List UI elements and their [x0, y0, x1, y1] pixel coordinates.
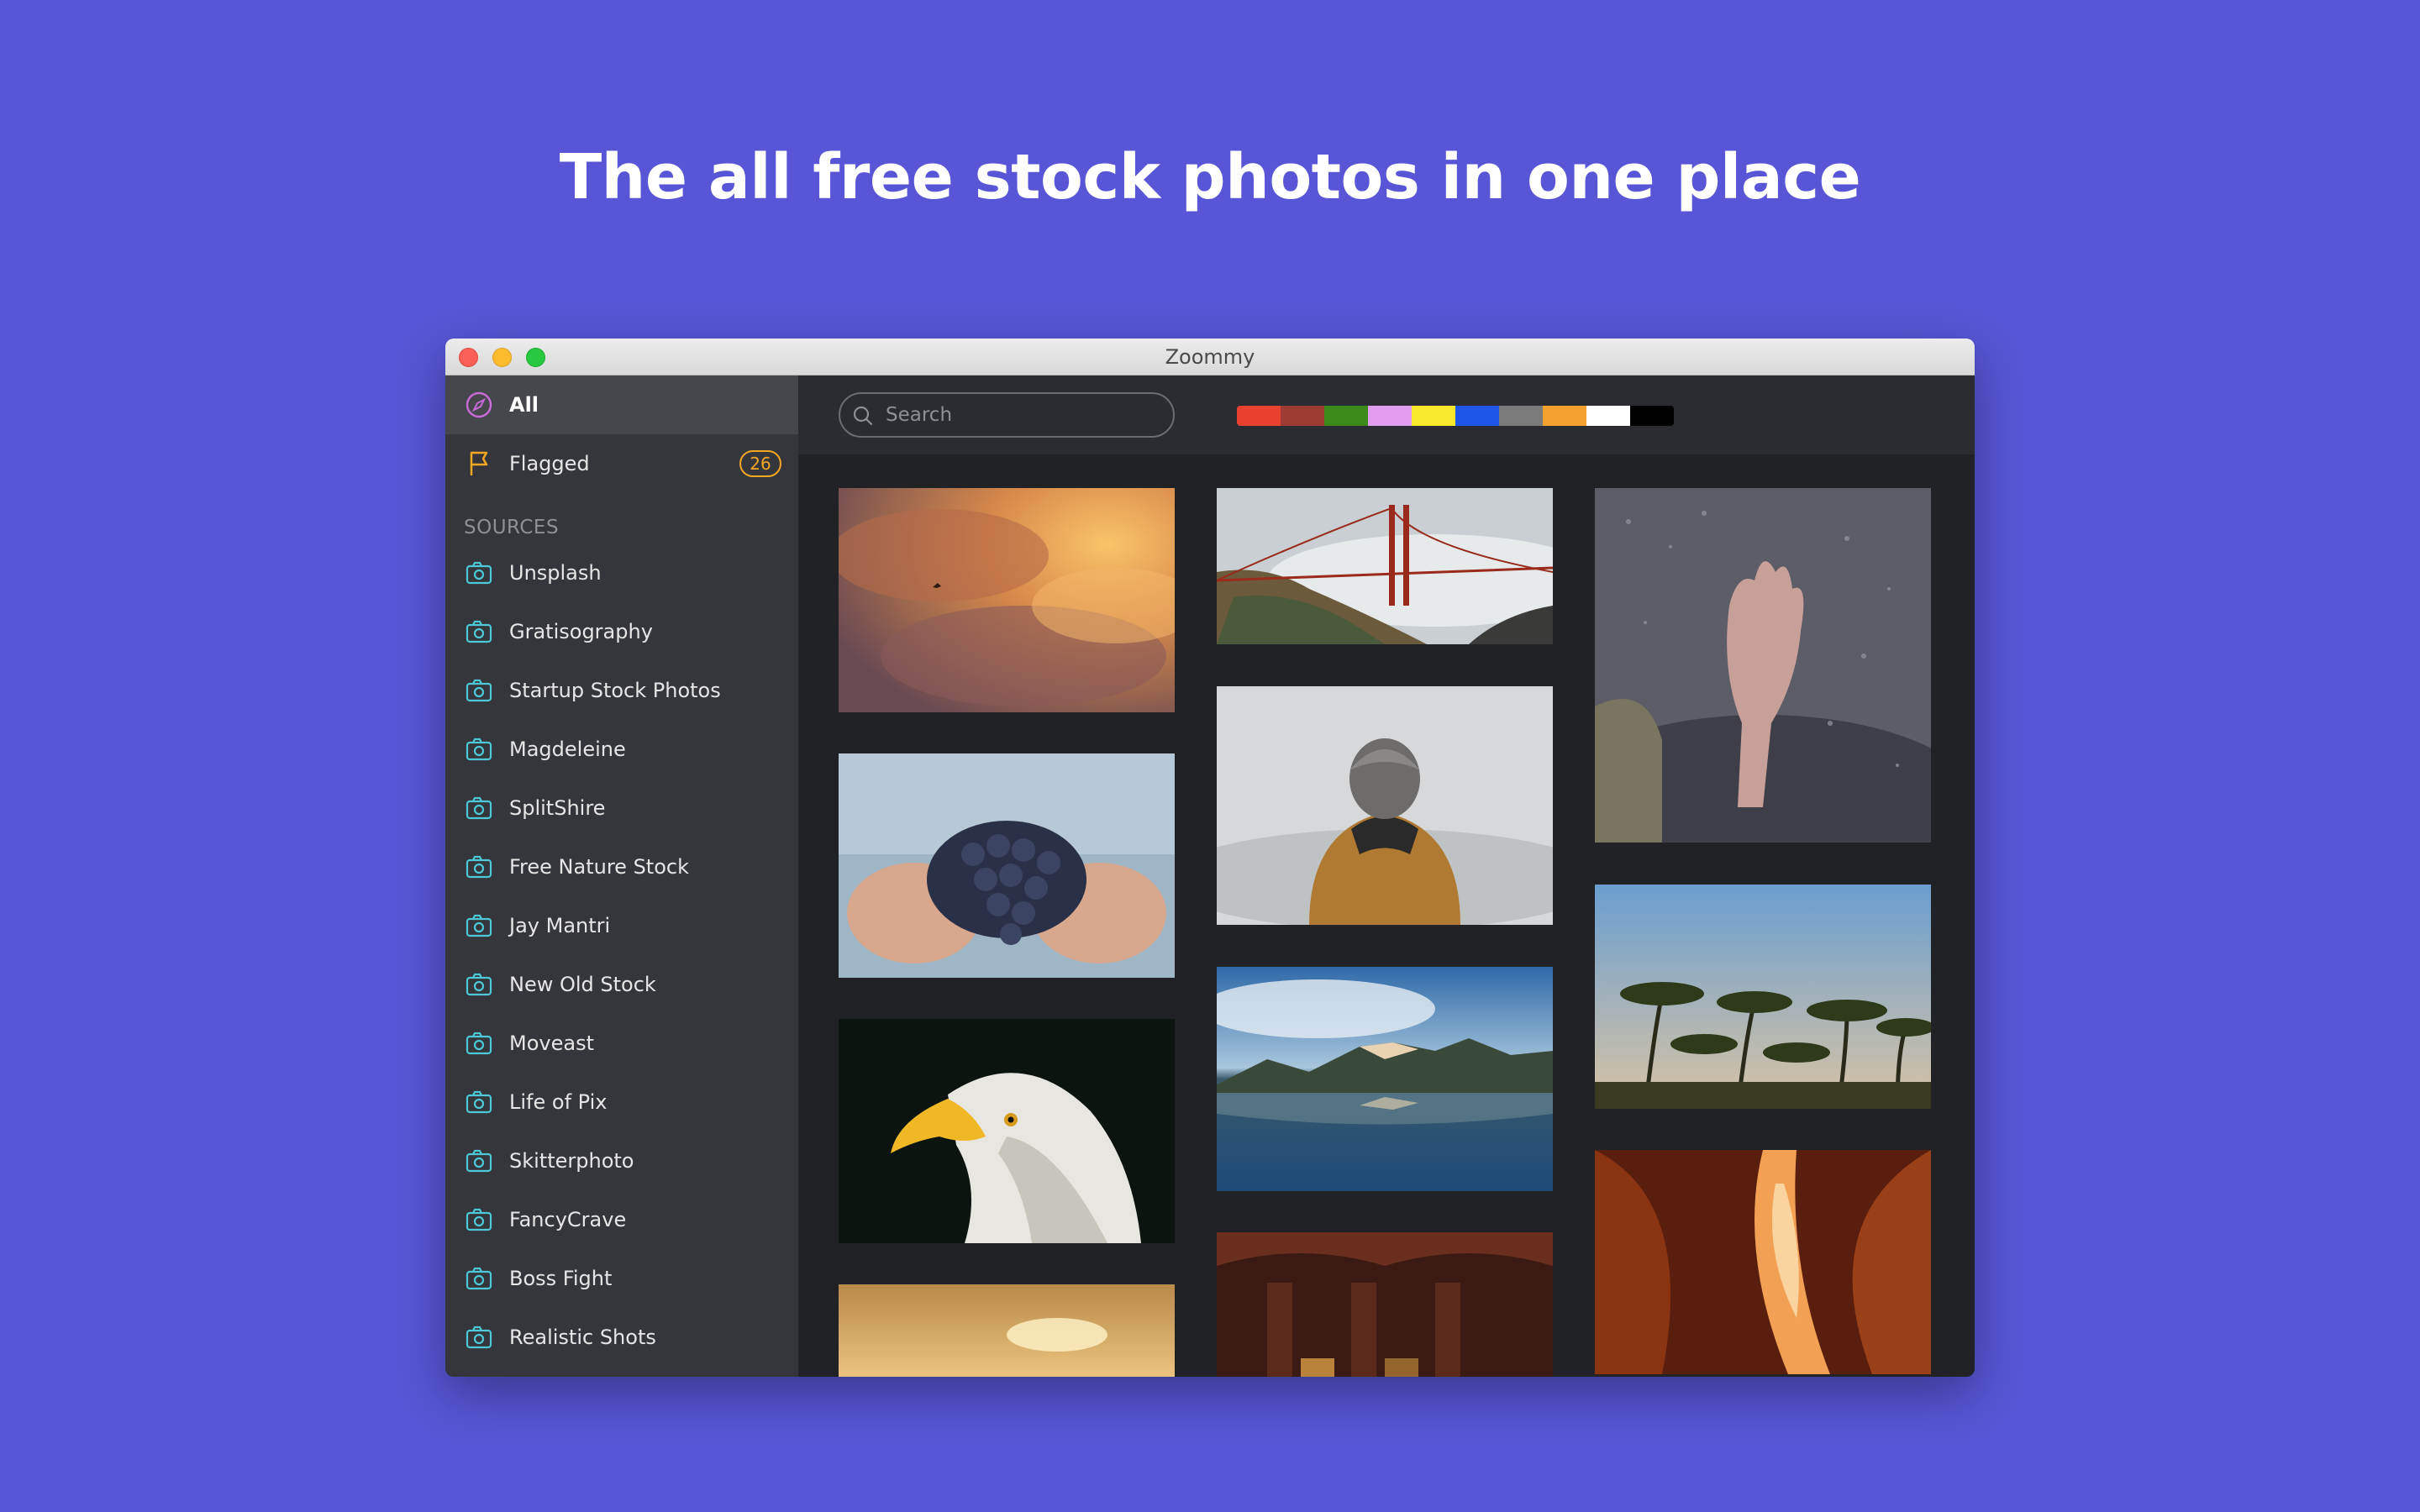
flagged-count-badge: 26 [739, 450, 781, 477]
color-swatch[interactable] [1499, 406, 1543, 426]
photo-image [1595, 488, 1931, 843]
photo-grapes-hands[interactable] [839, 753, 1175, 978]
camera-icon [466, 855, 492, 879]
sidebar-item-label: Life of Pix [509, 1090, 608, 1114]
color-swatch[interactable] [1630, 406, 1674, 426]
camera-icon [466, 796, 492, 820]
camera-icon [466, 914, 492, 937]
photo-image [839, 488, 1175, 712]
photo-golden-sky[interactable] [839, 1284, 1175, 1377]
photo-hooded-person[interactable] [1217, 686, 1553, 925]
camera-icon [466, 1149, 492, 1173]
photo-image [1217, 686, 1553, 925]
photo-mountain-lake[interactable] [1217, 967, 1553, 1191]
camera-icon [466, 1267, 492, 1290]
color-swatch[interactable] [1281, 406, 1324, 426]
sidebar-item-source[interactable]: New Old Stock [445, 955, 798, 1014]
sidebar-item-source[interactable]: Startup Stock Photos [445, 661, 798, 720]
sidebar-item-source[interactable]: Unsplash [445, 543, 798, 602]
sidebar-item-source[interactable]: Magdeleine [445, 720, 798, 779]
camera-icon [466, 1090, 492, 1114]
sidebar-item-source[interactable]: Moveast [445, 1014, 798, 1073]
headline: The all free stock photos in one place [559, 141, 1861, 213]
camera-icon [466, 620, 492, 643]
photo-image [1595, 885, 1931, 1109]
color-swatch[interactable] [1324, 406, 1368, 426]
photo-rainy-window-hand[interactable] [1595, 488, 1931, 843]
camera-icon [466, 561, 492, 585]
sidebar-item-source[interactable]: Realistic Shots [445, 1308, 798, 1367]
color-swatch[interactable] [1237, 406, 1281, 426]
color-swatch[interactable] [1543, 406, 1586, 426]
title-bar: Zoommy [445, 339, 1975, 375]
sidebar-item-label: New Old Stock [509, 973, 656, 996]
color-swatch[interactable] [1586, 406, 1630, 426]
sidebar-item-label: Moveast [509, 1032, 594, 1055]
sidebar-item-source[interactable]: Life of Pix [445, 1073, 798, 1131]
photo-golden-gate[interactable] [1217, 488, 1553, 644]
sidebar-item-label: Unsplash [509, 561, 602, 585]
sidebar: All Flagged 26 SOURCES Unsplash Gratisogr… [445, 375, 798, 1377]
photo-image [1595, 1150, 1931, 1374]
photo-cloister-arches[interactable] [1217, 1232, 1553, 1377]
sidebar-item-label: Skitterphoto [509, 1149, 634, 1173]
sidebar-item-source[interactable]: Gratisography [445, 602, 798, 661]
sidebar-item-label: Free Nature Stock [509, 855, 689, 879]
photo-image [1217, 967, 1553, 1191]
photo-image [839, 1019, 1175, 1243]
sidebar-item-label: Boss Fight [509, 1267, 613, 1290]
compass-icon [466, 391, 492, 418]
sidebar-item-label: Startup Stock Photos [509, 679, 721, 702]
search-box[interactable] [839, 392, 1175, 438]
photo-eagle[interactable] [839, 1019, 1175, 1243]
sidebar-item-label: Flagged [509, 452, 590, 475]
sidebar-item-source[interactable]: SplitShire [445, 779, 798, 837]
color-swatch[interactable] [1455, 406, 1499, 426]
sidebar-item-flagged[interactable]: Flagged 26 [445, 434, 798, 493]
toolbar [798, 375, 1975, 454]
color-filter-palette [1237, 406, 1674, 426]
sidebar-item-source[interactable]: Free Nature Stock [445, 837, 798, 896]
photo-browser [798, 375, 1975, 1377]
photo-image [839, 1284, 1175, 1377]
flag-icon [470, 451, 488, 475]
sidebar-item-label: Magdeleine [509, 738, 626, 761]
photo-image [1217, 488, 1553, 644]
camera-icon [466, 1326, 492, 1349]
camera-icon [466, 1032, 492, 1055]
sidebar-item-label: Jay Mantri [509, 914, 611, 937]
color-swatch[interactable] [1412, 406, 1455, 426]
sidebar-item-source[interactable]: Skitterphoto [445, 1131, 798, 1190]
app-window: Zoommy All Flagged 26 SOURCES Unsplash Gr… [445, 339, 1975, 1377]
search-input[interactable] [886, 394, 1163, 436]
photo-canyon[interactable] [1595, 1150, 1931, 1374]
sidebar-item-source[interactable]: Boss Fight [445, 1249, 798, 1308]
sources-list: Unsplash Gratisography Startup Stock Photo… [445, 543, 798, 1367]
sources-header: SOURCES [464, 517, 560, 538]
sidebar-item-label: SplitShire [509, 796, 606, 820]
sidebar-item-label: Gratisography [509, 620, 653, 643]
photo-palm-trees[interactable] [1595, 885, 1931, 1109]
photo-sunset-clouds[interactable] [839, 488, 1175, 712]
camera-icon [466, 679, 492, 702]
sidebar-item-label: Realistic Shots [509, 1326, 656, 1349]
sidebar-item-source[interactable]: Jay Mantri [445, 896, 798, 955]
photo-image [1217, 1232, 1553, 1377]
photo-image [839, 753, 1175, 978]
window-title: Zoommy [1165, 345, 1255, 369]
search-icon [853, 406, 873, 426]
camera-icon [466, 973, 492, 996]
sidebar-item-label: FancyCrave [509, 1208, 627, 1231]
sidebar-item-label: All [509, 393, 539, 417]
sidebar-item-all[interactable]: All [445, 375, 798, 434]
camera-icon [466, 738, 492, 761]
camera-icon [466, 1208, 492, 1231]
color-swatch[interactable] [1368, 406, 1412, 426]
sidebar-item-source[interactable]: FancyCrave [445, 1190, 798, 1249]
